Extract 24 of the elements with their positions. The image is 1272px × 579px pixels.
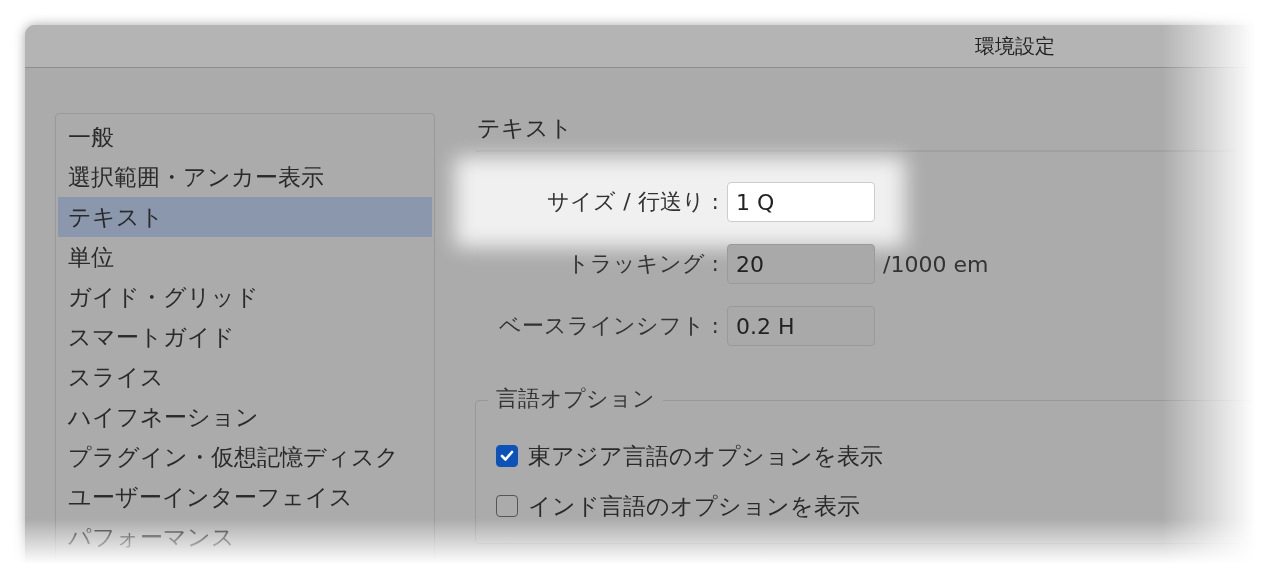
- category-item[interactable]: スマートガイド: [58, 317, 432, 357]
- field-label: サイズ / 行送り :: [546, 188, 719, 216]
- category-item[interactable]: 単位: [58, 237, 432, 277]
- section-heading: テキスト: [475, 113, 1237, 152]
- check-icon: [500, 450, 514, 462]
- category-item[interactable]: プラグイン・仮想記憶ディスク: [58, 437, 432, 477]
- checkbox-label: 東アジア言語のオプションを表示: [528, 441, 883, 471]
- checkbox-label: インド言語のオプションを表示: [528, 491, 860, 521]
- window-title: 環境設定: [975, 32, 1055, 60]
- category-item[interactable]: ガイド・グリッド: [58, 277, 432, 317]
- input-field[interactable]: 0.2 H: [727, 306, 875, 346]
- input-field[interactable]: 20: [727, 244, 875, 284]
- category-item[interactable]: 選択範囲・アンカー表示: [58, 157, 432, 197]
- checkbox[interactable]: [496, 495, 518, 517]
- category-item[interactable]: テキスト: [58, 197, 432, 237]
- checkbox[interactable]: [496, 445, 518, 467]
- category-item[interactable]: ユーザーインターフェイス: [58, 477, 432, 517]
- field-label: ベースラインシフト :: [497, 312, 719, 340]
- category-item[interactable]: ハイフネーション: [58, 397, 432, 437]
- unit-label: /1000 em: [883, 251, 989, 277]
- category-item[interactable]: 一般: [58, 117, 432, 157]
- field-label: トラッキング :: [565, 250, 719, 278]
- category-item[interactable]: スライス: [58, 357, 432, 397]
- input-field[interactable]: 1 Q: [727, 182, 875, 222]
